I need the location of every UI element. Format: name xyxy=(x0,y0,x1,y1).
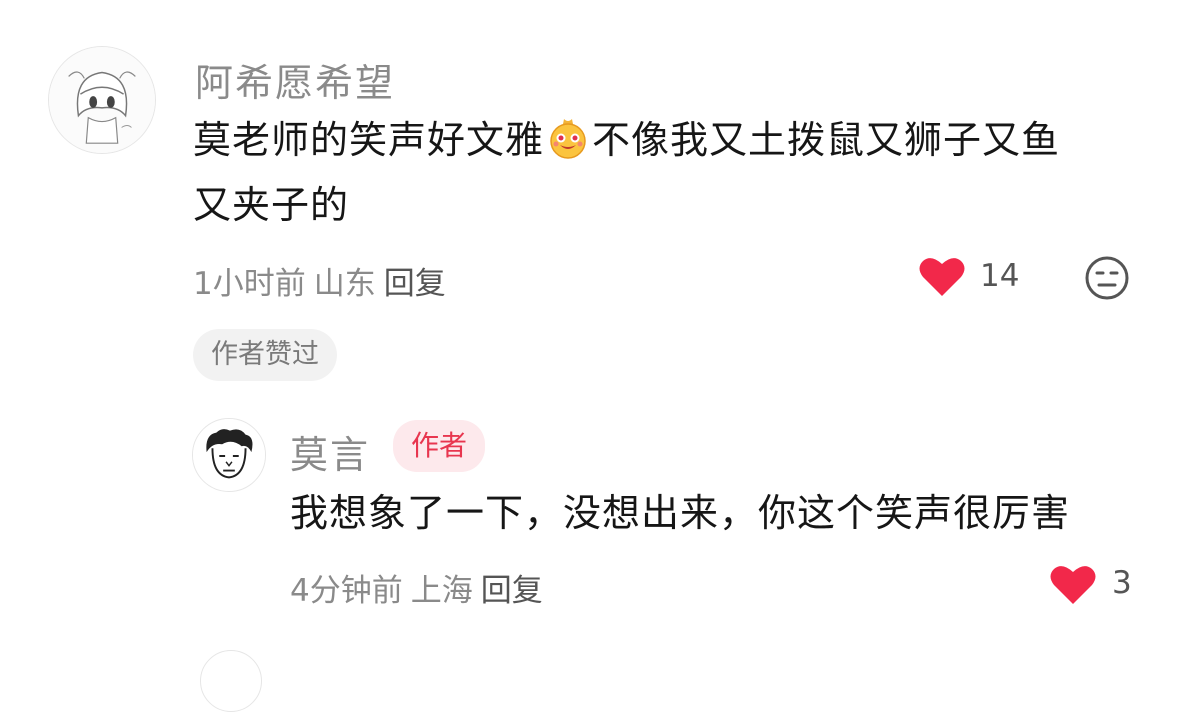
comment-text-part1: 莫老师的笑声好文雅 xyxy=(193,118,545,162)
heart-icon xyxy=(919,258,965,296)
reply-text: 我想象了一下，没想出来，你这个笑声很厉害 xyxy=(290,491,1071,535)
dislike-button[interactable] xyxy=(1083,254,1131,302)
neutral-face-icon xyxy=(1085,256,1129,300)
commenter-avatar[interactable] xyxy=(48,46,156,154)
comment-like-count: 14 xyxy=(980,258,1020,294)
reply-like-count: 3 xyxy=(1112,565,1132,601)
reply-location: 上海 xyxy=(410,573,473,609)
reply-time: 4分钟前 xyxy=(290,573,403,609)
cartoon-man-avatar-icon xyxy=(193,419,265,491)
comment-text: 莫老师的笑声好文雅 不像我又土拨鼠又狮子又鱼 又夹子的 xyxy=(193,108,1153,238)
comment-time: 1小时前 xyxy=(193,266,306,302)
author-username[interactable]: 莫言 xyxy=(290,424,370,479)
author-avatar[interactable] xyxy=(192,418,266,492)
author-tag-badge: 作者 xyxy=(393,420,486,472)
comment-location: 山东 xyxy=(313,266,376,302)
next-avatar-partial xyxy=(200,650,262,712)
comment-meta: 1小时前 山东 回复 xyxy=(193,258,446,303)
comment-reply-button[interactable]: 回复 xyxy=(384,266,446,302)
author-liked-badge: 作者赞过 xyxy=(193,329,337,381)
comment-text-line2: 又夹子的 xyxy=(193,183,350,227)
heart-icon xyxy=(1050,566,1096,604)
comment-text-part2: 不像我又土拨鼠又狮子又鱼 xyxy=(592,118,1061,162)
reply-meta: 4分钟前 上海 回复 xyxy=(290,565,543,610)
grinning-bag-emoji-icon xyxy=(546,115,590,159)
comment-like-button[interactable] xyxy=(918,254,966,298)
reply-like-button[interactable] xyxy=(1049,562,1097,606)
anime-girl-avatar-icon xyxy=(49,47,155,153)
reply-reply-button[interactable]: 回复 xyxy=(481,573,543,609)
commenter-username[interactable]: 阿希愿希望 xyxy=(195,52,395,107)
